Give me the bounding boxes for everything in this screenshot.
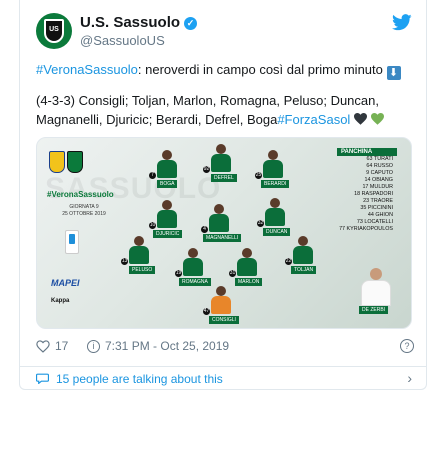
player-label: ROMAGNA [179, 278, 211, 286]
player-label: DUNCAN [263, 228, 291, 236]
sponsor-logo: Kappa [51, 298, 70, 304]
bench-title: PANCHINA [337, 148, 397, 156]
team-crest-icon: US [44, 19, 64, 43]
image-hashtag: #VeronaSassuolo [47, 190, 114, 199]
account-name[interactable]: U.S. Sassuolo ✓ [80, 14, 198, 31]
bench-player: 23 TRAORE [363, 198, 393, 204]
conversation-link[interactable]: 15 people are talking about this › [36, 370, 414, 386]
player-label: TOLJAN [291, 266, 317, 274]
player-figure: 7 [149, 150, 179, 184]
player-figure: 47 [203, 286, 233, 320]
info-icon[interactable]: i [87, 340, 100, 353]
player-figure: 10 [149, 200, 179, 234]
bench-player: 64 RUSSO [366, 163, 393, 169]
player-label: MARLON [235, 278, 263, 286]
player-label: DJURICIC [153, 230, 183, 238]
player-label: BERARDI [261, 180, 290, 188]
player-figure: 4 [201, 204, 231, 238]
timestamp[interactable]: 7:31 PM - Oct 25, 2019 [105, 339, 229, 353]
account-handle[interactable]: @SassuoloUS [80, 33, 165, 48]
bench-player: 77 KYRIAKOPOULOS [339, 226, 393, 232]
like-count[interactable]: 17 [55, 339, 68, 353]
player-figure: 22 [285, 236, 315, 270]
player-label: BOGA [157, 180, 178, 188]
player-figure: 32 [257, 198, 287, 232]
player-figure: 92 [203, 144, 233, 178]
bench-player: 44 GHION [367, 212, 393, 218]
bench-player: 14 OBIANG [364, 177, 393, 183]
down-arrow-emoji-icon: ⬇ [386, 66, 401, 80]
tweet-card: US U.S. Sassuolo ✓ @SassuoloUS #VeronaSas… [19, 0, 427, 390]
verified-badge-icon: ✓ [184, 17, 198, 30]
bench-player: 35 PICCININI [360, 205, 393, 211]
sassuolo-crest-icon [67, 151, 83, 173]
hashtag-link[interactable]: #ForzaSasol [277, 112, 350, 127]
player-figure: 31 [229, 248, 259, 282]
coach-label: DE ZERBI [359, 306, 389, 314]
player-figure: 25 [255, 150, 285, 184]
hashtag-link[interactable]: #VeronaSassuolo [36, 62, 138, 77]
player-label: DEFREL [211, 174, 237, 182]
bench-player: 18 RASPADORI [354, 191, 393, 197]
serie-a-logo-icon [65, 230, 79, 254]
tweet-actions: 17 i 7:31 PM - Oct 25, 2019 ? [36, 338, 414, 356]
avatar[interactable]: US [36, 13, 72, 49]
tweet-text: #VeronaSassuolo: neroverdi in campo così… [36, 60, 416, 140]
player-label: MAGNANELLI [203, 234, 242, 242]
divider [20, 366, 426, 367]
bench-player: 63 TURATI [366, 156, 393, 162]
bench-player: 9 CAPUTO [366, 170, 393, 176]
verona-crest-icon [49, 151, 65, 173]
bench-player: 17 MULDUR [362, 184, 393, 190]
chat-bubble-icon [36, 373, 49, 384]
player-label: CONSIGLI [209, 316, 239, 324]
bench-list: PANCHINA 63 TURATI 64 RUSSO 9 CAPUTO 14 … [337, 148, 397, 233]
player-figure: 13 [121, 236, 151, 270]
conversation-text[interactable]: 15 people are talking about this [56, 372, 223, 386]
bench-player: 73 LOCATELLI [356, 219, 393, 225]
heart-icon[interactable] [36, 340, 50, 353]
sponsor-logo: MAPEI [51, 278, 80, 288]
lineup-image[interactable]: SASSUOLO #VeronaSassuolo GIORNATA 9 25 OT… [36, 137, 412, 329]
black-heart-emoji-icon [353, 113, 367, 125]
coach-figure: DE ZERBI [359, 268, 393, 314]
chevron-right-icon[interactable]: › [407, 370, 412, 386]
player-figure: 19 [175, 248, 205, 282]
green-heart-emoji-icon [370, 113, 384, 125]
help-icon[interactable]: ? [400, 339, 414, 353]
player-label: PELUSO [129, 266, 156, 274]
watermark-text: SASSUOLO [45, 172, 222, 205]
matchday-info: GIORNATA 9 25 OTTOBRE 2019 [62, 204, 106, 217]
twitter-bird-icon[interactable] [392, 14, 412, 31]
